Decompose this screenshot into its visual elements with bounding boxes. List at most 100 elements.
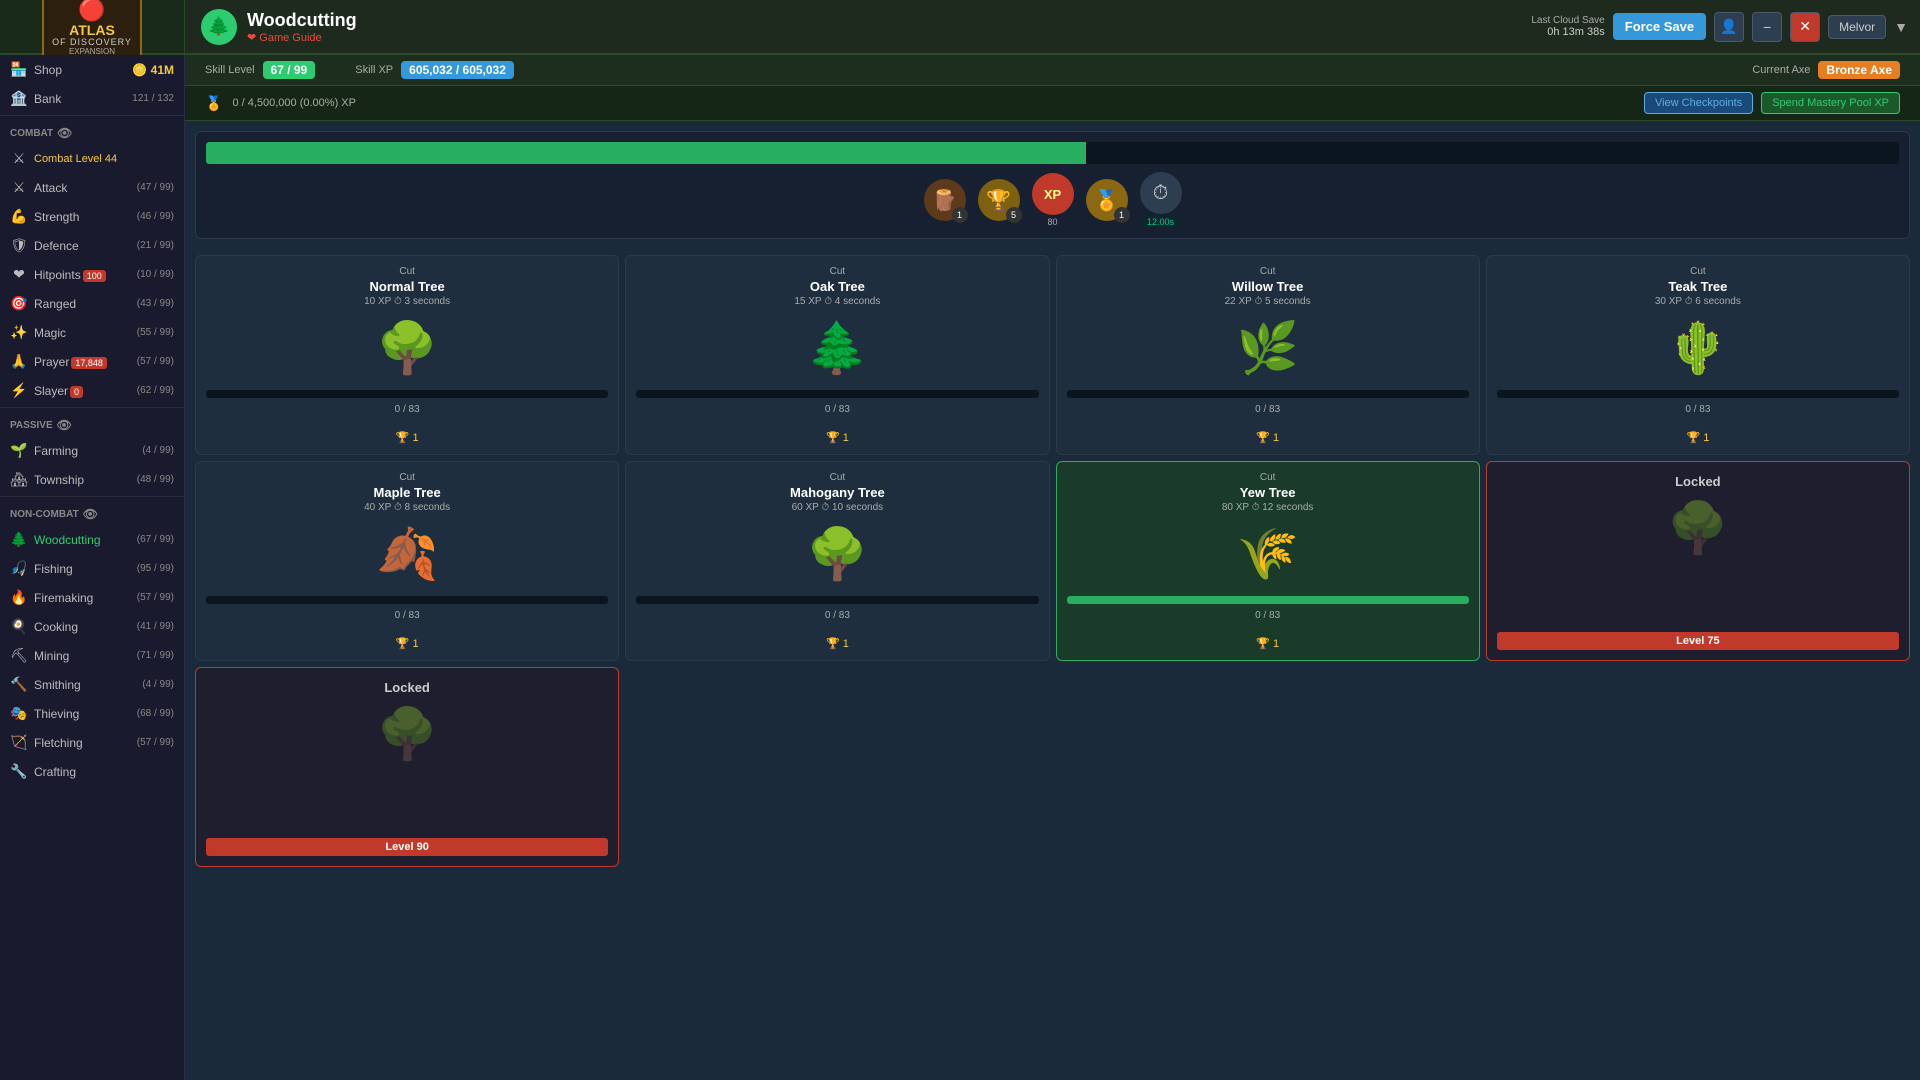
card-trophy: 🏆 1: [396, 431, 419, 444]
skill-label-defence: Defence: [34, 239, 131, 253]
card-progress-bar: [206, 390, 608, 398]
skill-label-ranged: Ranged: [34, 297, 131, 311]
skill-title-area: Woodcutting ❤ Game Guide: [247, 10, 357, 44]
card-mastery: 0 / 83: [395, 610, 420, 621]
skill-stat-woodcutting: (67 / 99): [137, 534, 174, 545]
shop-icon: 🏪: [10, 61, 28, 78]
skill-label-woodcutting: Woodcutting: [34, 533, 131, 547]
sidebar-item-ranged[interactable]: 🎯 Ranged (43 / 99): [0, 289, 184, 318]
close-icon[interactable]: ✕: [1790, 12, 1820, 42]
skill-stat-attack: (47 / 99): [137, 182, 174, 193]
force-save-button[interactable]: Force Save: [1613, 13, 1706, 40]
skill-label-thieving: Thieving: [34, 707, 131, 721]
card-action-label: Cut: [1260, 266, 1276, 277]
tree-emoji: 🌵: [1667, 319, 1729, 378]
lock-level-badge: Level 75: [1497, 632, 1899, 650]
player-button[interactable]: Melvor: [1828, 15, 1886, 39]
combat-icon: ⚔: [10, 150, 28, 167]
tree-card-locked[interactable]: Locked 🌳 Level 90: [195, 667, 619, 867]
skill-xp-group: Skill XP 605,032 / 605,032: [355, 61, 514, 79]
card-name: Teak Tree: [1668, 279, 1727, 294]
sidebar-item-smithing[interactable]: 🔨 Smithing (4 / 99): [0, 670, 184, 699]
card-stats: 15 XP ⏱ 4 seconds: [794, 296, 880, 307]
log-icon: 🪵 1: [924, 179, 966, 221]
card-name: Maple Tree: [374, 485, 441, 500]
cloud-save: Last Cloud Save 0h 13m 38s: [1531, 15, 1604, 38]
passive-skills-list: 🌱 Farming (4 / 99) 🏘 Township (48 / 99): [0, 436, 184, 494]
tree-card-willow-tree[interactable]: Cut Willow Tree 22 XP ⏱ 5 seconds 🌿 0 / …: [1056, 255, 1480, 455]
active-action-area: 🪵 1 🏆 5 XP 80 🏅 1: [195, 131, 1910, 239]
sidebar-item-thieving[interactable]: 🎭 Thieving (68 / 99): [0, 699, 184, 728]
tree-card-normal-tree[interactable]: Cut Normal Tree 10 XP ⏱ 3 seconds 🌳 0 / …: [195, 255, 619, 455]
mastery-text: 0 / 4,500,000 (0.00%) XP: [232, 97, 356, 109]
sidebar-item-shop[interactable]: 🏪 Shop 🪙 41M: [0, 55, 184, 84]
tree-card-mahogany-tree[interactable]: Cut Mahogany Tree 60 XP ⏱ 10 seconds 🌳 0…: [625, 461, 1049, 661]
card-mastery: 0 / 83: [1255, 610, 1280, 621]
skill-icon-prayer: 🙏: [10, 353, 28, 370]
sidebar-item-defence[interactable]: 🛡 Defence (21 / 99): [0, 231, 184, 260]
timer-value: 12.00s: [1143, 216, 1178, 228]
card-action-label: Cut: [830, 266, 846, 277]
logo-atlas: ATLAS: [52, 23, 132, 37]
sidebar-item-hitpoints[interactable]: ❤ Hitpoints100 (10 / 99): [0, 260, 184, 289]
tree-card-maple-tree[interactable]: Cut Maple Tree 40 XP ⏱ 8 seconds 🍂 0 / 8…: [195, 461, 619, 661]
combat-skills-list: ⚔ Attack (47 / 99) 💪 Strength (46 / 99) …: [0, 173, 184, 405]
sidebar-item-attack[interactable]: ⚔ Attack (47 / 99): [0, 173, 184, 202]
skill-stat-smithing: (4 / 99): [142, 679, 174, 690]
sidebar-item-fishing[interactable]: 🎣 Fishing (95 / 99): [0, 554, 184, 583]
skill-label-smithing: Smithing: [34, 678, 136, 692]
spend-mastery-button[interactable]: Spend Mastery Pool XP: [1761, 92, 1900, 114]
skill-stat-cooking: (41 / 99): [137, 621, 174, 632]
minus-icon[interactable]: −: [1752, 12, 1782, 42]
skill-label-hitpoints: Hitpoints100: [34, 268, 131, 282]
skill-stat-magic: (55 / 99): [137, 327, 174, 338]
sidebar-item-mining[interactable]: ⛏ Mining (71 / 99): [0, 641, 184, 670]
person-icon[interactable]: 👤: [1714, 12, 1744, 42]
sidebar-item-bank[interactable]: 🏦 Bank 121 / 132: [0, 84, 184, 113]
card-name: Normal Tree: [370, 279, 445, 294]
skill-icon-mining: ⛏: [10, 647, 28, 664]
sidebar-shop-label: Shop: [34, 63, 126, 77]
skill-icon-hitpoints: ❤: [10, 266, 28, 283]
tree-card-yew-tree[interactable]: Cut Yew Tree 80 XP ⏱ 12 seconds 🌾 0 / 83…: [1056, 461, 1480, 661]
view-checkpoints-button[interactable]: View Checkpoints: [1644, 92, 1753, 114]
sidebar-item-farming[interactable]: 🌱 Farming (4 / 99): [0, 436, 184, 465]
skill-stats-bar: Skill Level 67 / 99 Skill XP 605,032 / 6…: [185, 55, 1920, 86]
skill-icon-crafting: 🔧: [10, 763, 28, 780]
trophy-badge: 5: [1006, 207, 1022, 223]
sidebar-bank-label: Bank: [34, 92, 126, 106]
tree-card-oak-tree[interactable]: Cut Oak Tree 15 XP ⏱ 4 seconds 🌲 0 / 83 …: [625, 255, 1049, 455]
tree-card-teak-tree[interactable]: Cut Teak Tree 30 XP ⏱ 6 seconds 🌵 0 / 83…: [1486, 255, 1910, 455]
skill-label-mining: Mining: [34, 649, 131, 663]
locked-title: Locked: [1675, 474, 1721, 489]
chevron-down-icon[interactable]: ▼: [1894, 19, 1908, 35]
logo-area: 🔴 ATLAS OF DISCOVERY EXPANSION: [0, 0, 185, 53]
sidebar-item-strength[interactable]: 💪 Strength (46 / 99): [0, 202, 184, 231]
xp-icon: XP: [1032, 173, 1074, 215]
skill-stat-hitpoints: (10 / 99): [137, 269, 174, 280]
top-right: Last Cloud Save 0h 13m 38s Force Save 👤 …: [1531, 12, 1920, 42]
sidebar-item-cooking[interactable]: 🍳 Cooking (41 / 99): [0, 612, 184, 641]
skill-stat-slayer: (62 / 99): [137, 385, 174, 396]
sidebar-item-slayer[interactable]: ⚡ Slayer0 (62 / 99): [0, 376, 184, 405]
sidebar-item-fletching[interactable]: 🏹 Fletching (57 / 99): [0, 728, 184, 757]
sidebar-item-township[interactable]: 🏘 Township (48 / 99): [0, 465, 184, 494]
skill-guide[interactable]: ❤ Game Guide: [247, 31, 357, 44]
skill-stat-farming: (4 / 99): [142, 445, 174, 456]
mastery-icon: 🏅: [205, 95, 222, 112]
skill-stat-defence: (21 / 99): [137, 240, 174, 251]
sidebar-item-woodcutting[interactable]: 🌲 Woodcutting (67 / 99): [0, 525, 184, 554]
card-stats: 60 XP ⏱ 10 seconds: [792, 502, 884, 513]
noncombat-skills-list: 🌲 Woodcutting (67 / 99) 🎣 Fishing (95 / …: [0, 525, 184, 786]
sidebar-item-prayer[interactable]: 🙏 Prayer17,848 (57 / 99): [0, 347, 184, 376]
sidebar-item-firemaking[interactable]: 🔥 Firemaking (57 / 99): [0, 583, 184, 612]
card-progress-bar: [636, 390, 1038, 398]
sidebar-item-magic[interactable]: ✨ Magic (55 / 99): [0, 318, 184, 347]
card-stats: 22 XP ⏱ 5 seconds: [1225, 296, 1311, 307]
tree-emoji: 🌲: [806, 319, 868, 378]
skill-icon-smithing: 🔨: [10, 676, 28, 693]
tree-card-locked[interactable]: Locked 🌳 Level 75: [1486, 461, 1910, 661]
card-name: Oak Tree: [810, 279, 865, 294]
sidebar-item-crafting[interactable]: 🔧 Crafting: [0, 757, 184, 786]
trophy-icon: 🏆 5: [978, 179, 1020, 221]
